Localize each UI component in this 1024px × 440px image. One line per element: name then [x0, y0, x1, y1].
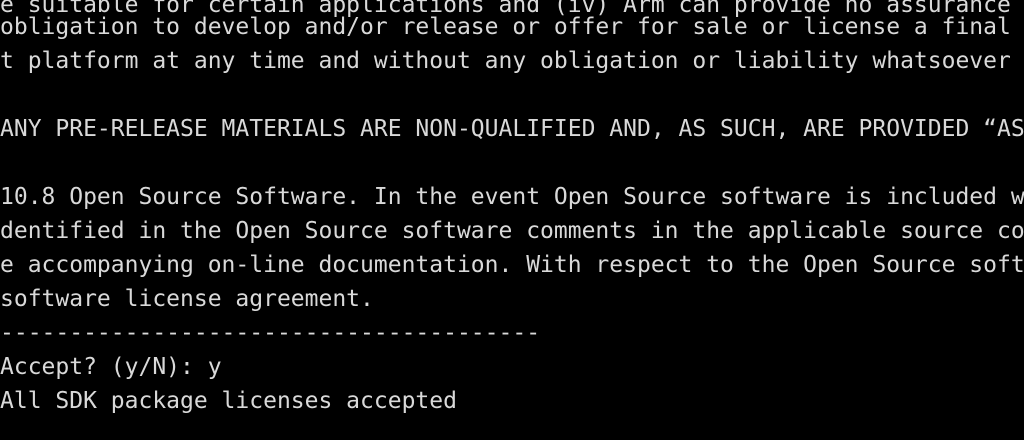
- terminal-line-2: obligation to develop and/or release or …: [0, 14, 1024, 40]
- terminal-line-3: t platform at any time and without any o…: [0, 48, 1011, 74]
- terminal-separator: ---------------------------------------: [0, 320, 541, 346]
- licenses-accepted-message: All SDK package licenses accepted: [0, 388, 457, 414]
- accept-prompt: Accept? (y/N): y: [0, 354, 222, 380]
- terminal-line-5: ANY PRE-RELEASE MATERIALS ARE NON-QUALIF…: [0, 116, 1024, 142]
- terminal-window[interactable]: e suitable for certain applications and …: [0, 0, 1024, 440]
- terminal-line-9: e accompanying on-line documentation. Wi…: [0, 252, 1024, 278]
- terminal-line-10: software license agreement.: [0, 286, 374, 312]
- terminal-line-8: dentified in the Open Source software co…: [0, 218, 1024, 244]
- terminal-line-7: 10.8 Open Source Software. In the event …: [0, 184, 1024, 210]
